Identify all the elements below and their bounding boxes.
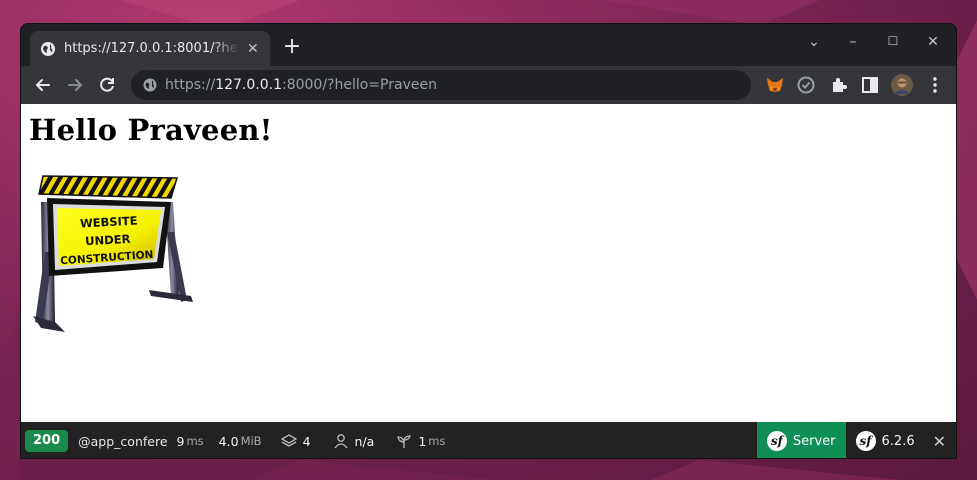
symfony-version: 6.2.6	[881, 433, 915, 449]
symfony-logo-icon: sf	[855, 431, 876, 451]
puzzle-extensions-icon[interactable]	[829, 75, 849, 95]
profile-avatar[interactable]	[891, 74, 913, 96]
user-icon	[334, 434, 348, 449]
sign-line-2: UNDER	[85, 232, 131, 248]
url-text: https://127.0.0.1:8000/?hello=Praveen	[165, 77, 437, 93]
reload-icon[interactable]	[96, 74, 118, 96]
tab-title: https://127.0.0.1:8001/?hello=Praveen	[64, 41, 239, 56]
maximize-button[interactable]: ☐	[883, 34, 903, 48]
server-label: Server	[792, 433, 836, 449]
tab-close-icon[interactable]: ✕	[247, 41, 259, 57]
minimize-button[interactable]: –	[843, 34, 863, 50]
new-tab-button[interactable]: +	[281, 36, 303, 58]
page-heading: Hello Praveen!	[29, 113, 273, 147]
side-panel-icon[interactable]	[860, 75, 880, 95]
browser-toolbar: https://127.0.0.1:8000/?hello=Praveen	[21, 66, 956, 104]
metamask-fox-icon[interactable]	[765, 75, 785, 95]
browser-tab[interactable]: https://127.0.0.1:8001/?hello=Praveen ✕	[30, 31, 270, 66]
route-name[interactable]: @app_confere	[78, 434, 167, 449]
extension-check-icon[interactable]	[796, 75, 816, 95]
memory-usage[interactable]: 4.0 MiB	[219, 434, 262, 449]
globe-icon	[41, 41, 55, 56]
symfony-logo-icon: sf	[766, 431, 787, 451]
close-window-button[interactable]: ✕	[923, 34, 943, 50]
debug-toolbar-right: sf Server sf 6.2.6 ✕	[756, 422, 956, 458]
security-user[interactable]: n/a	[333, 433, 374, 449]
status-code-badge[interactable]: 200	[25, 430, 69, 452]
symfony-debug-toolbar: 200 @app_confere 9ms 4.0MiB 4 n/a 1ms	[21, 422, 956, 458]
tab-search-icon[interactable]: ⌄	[804, 34, 824, 50]
cache-layers[interactable]: 4	[280, 433, 311, 449]
layers-icon	[280, 434, 297, 447]
back-arrow-icon[interactable]	[32, 74, 54, 96]
tab-strip: https://127.0.0.1:8001/?hello=Praveen ✕ …	[21, 24, 956, 66]
page-viewport: Hello Praveen! WEBSITE UNDER CONSTRUCTIO…	[21, 104, 956, 422]
browser-window: https://127.0.0.1:8001/?hello=Praveen ✕ …	[20, 23, 957, 459]
site-info-icon[interactable]	[143, 78, 157, 92]
forward-arrow-icon[interactable]	[64, 74, 86, 96]
address-bar[interactable]: https://127.0.0.1:8000/?hello=Praveen	[131, 70, 751, 100]
server-info-button[interactable]: sf Server	[756, 422, 846, 458]
twig-sprout-icon	[397, 435, 412, 448]
kebab-menu-icon[interactable]	[925, 75, 945, 95]
request-time[interactable]: 9 ms	[177, 434, 204, 449]
twig-render-time[interactable]: 1 ms	[396, 433, 445, 449]
symfony-version-button[interactable]: sf 6.2.6	[846, 422, 925, 458]
close-toolbar-icon[interactable]: ✕	[925, 422, 956, 458]
under-construction-sign-image: WEBSITE UNDER CONSTRUCTION	[33, 175, 193, 332]
